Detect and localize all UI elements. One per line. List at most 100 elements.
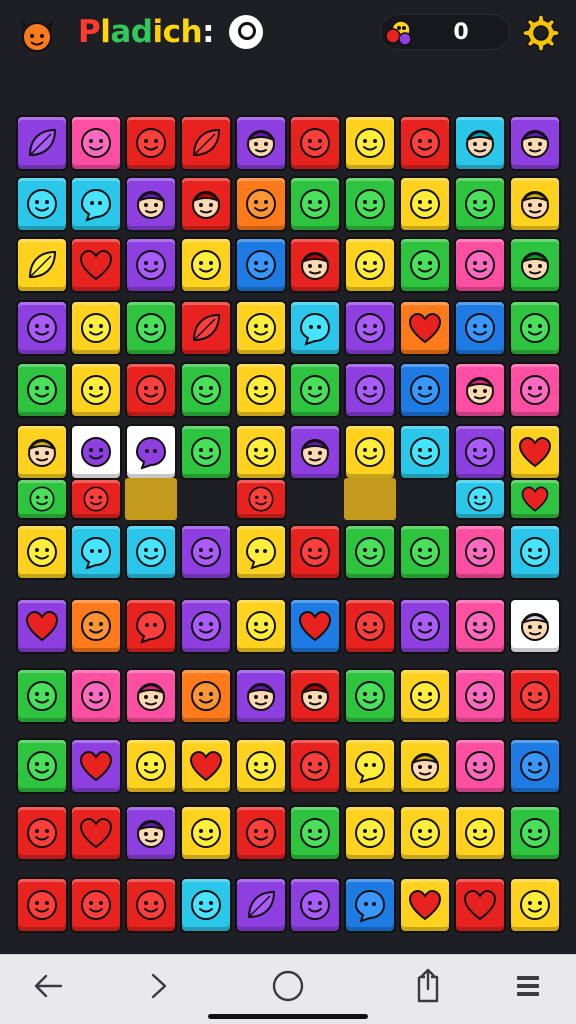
game-tile[interactable] <box>344 176 396 232</box>
game-tile[interactable] <box>344 738 396 794</box>
game-tile[interactable] <box>180 424 232 480</box>
game-tile[interactable] <box>235 738 287 794</box>
game-tile[interactable] <box>399 424 451 480</box>
game-tile[interactable] <box>70 362 122 418</box>
game-tile[interactable] <box>344 668 396 724</box>
game-tile[interactable] <box>180 877 232 933</box>
game-tile[interactable] <box>509 300 561 356</box>
game-tile[interactable] <box>344 524 396 580</box>
game-tile[interactable] <box>180 115 232 171</box>
game-tile[interactable] <box>16 300 68 356</box>
game-tile[interactable] <box>509 362 561 418</box>
game-tile[interactable] <box>344 237 396 293</box>
game-tile[interactable] <box>70 598 122 654</box>
forward-button[interactable] <box>130 963 186 1009</box>
game-tile[interactable] <box>125 805 177 861</box>
game-tile[interactable] <box>344 362 396 418</box>
game-tile[interactable] <box>180 237 232 293</box>
game-tile[interactable] <box>454 524 506 580</box>
game-tile[interactable] <box>454 424 506 480</box>
game-tile[interactable] <box>125 424 177 480</box>
game-tile[interactable] <box>125 237 177 293</box>
game-tile[interactable] <box>235 362 287 418</box>
game-tile[interactable] <box>70 237 122 293</box>
game-tile[interactable] <box>509 176 561 232</box>
menu-button[interactable] <box>500 963 556 1009</box>
game-tile[interactable] <box>70 805 122 861</box>
game-tile[interactable] <box>235 424 287 480</box>
game-tile[interactable] <box>399 598 451 654</box>
home-indicator[interactable] <box>208 1014 368 1019</box>
game-tile[interactable] <box>16 424 68 480</box>
game-tile[interactable] <box>289 877 341 933</box>
game-tile[interactable] <box>70 524 122 580</box>
game-tile[interactable] <box>235 877 287 933</box>
game-tile[interactable] <box>509 424 561 480</box>
game-tile[interactable] <box>509 115 561 171</box>
game-tile[interactable] <box>180 805 232 861</box>
game-tile[interactable] <box>125 598 177 654</box>
game-tile[interactable] <box>454 805 506 861</box>
game-tile[interactable] <box>454 300 506 356</box>
game-tile[interactable] <box>16 478 68 520</box>
game-tile[interactable] <box>16 877 68 933</box>
game-tile[interactable] <box>70 877 122 933</box>
game-tile[interactable] <box>289 362 341 418</box>
game-tile[interactable] <box>70 738 122 794</box>
game-tile[interactable] <box>399 115 451 171</box>
game-tile[interactable] <box>454 738 506 794</box>
game-tile[interactable] <box>509 738 561 794</box>
game-tile[interactable] <box>399 805 451 861</box>
game-tile[interactable] <box>344 805 396 861</box>
game-tile[interactable] <box>16 176 68 232</box>
game-tile[interactable] <box>509 805 561 861</box>
game-tile[interactable] <box>289 598 341 654</box>
game-tile[interactable] <box>235 805 287 861</box>
game-tile[interactable] <box>235 237 287 293</box>
game-tile[interactable] <box>509 668 561 724</box>
game-tile[interactable] <box>289 300 341 356</box>
game-tile[interactable] <box>70 424 122 480</box>
game-tile[interactable] <box>344 300 396 356</box>
game-tile[interactable] <box>235 176 287 232</box>
game-tile[interactable] <box>509 478 561 520</box>
empty-slot[interactable] <box>125 478 177 520</box>
back-button[interactable] <box>20 963 76 1009</box>
game-tile[interactable] <box>70 176 122 232</box>
game-tile[interactable] <box>70 115 122 171</box>
game-tile[interactable] <box>16 598 68 654</box>
game-tile[interactable] <box>509 237 561 293</box>
game-tile[interactable] <box>289 424 341 480</box>
game-tile[interactable] <box>399 524 451 580</box>
game-tile[interactable] <box>454 668 506 724</box>
game-tile[interactable] <box>289 237 341 293</box>
game-tile[interactable] <box>454 362 506 418</box>
game-tile[interactable] <box>235 598 287 654</box>
game-tile[interactable] <box>70 668 122 724</box>
game-tile[interactable] <box>70 300 122 356</box>
home-button[interactable] <box>260 963 316 1009</box>
share-button[interactable] <box>400 963 456 1009</box>
game-tile[interactable] <box>180 738 232 794</box>
game-tile[interactable] <box>399 877 451 933</box>
game-tile[interactable] <box>235 115 287 171</box>
game-tile[interactable] <box>454 478 506 520</box>
game-tile[interactable] <box>289 738 341 794</box>
game-tile[interactable] <box>180 176 232 232</box>
game-tile[interactable] <box>399 738 451 794</box>
game-tile[interactable] <box>125 176 177 232</box>
game-tile[interactable] <box>235 668 287 724</box>
game-tile[interactable] <box>344 115 396 171</box>
game-tile[interactable] <box>509 877 561 933</box>
game-tile[interactable] <box>235 524 287 580</box>
game-tile[interactable] <box>16 668 68 724</box>
game-tile[interactable] <box>125 524 177 580</box>
game-tile[interactable] <box>180 362 232 418</box>
game-tile[interactable] <box>454 598 506 654</box>
game-tile[interactable] <box>399 237 451 293</box>
game-tile[interactable] <box>399 176 451 232</box>
game-tile[interactable] <box>125 877 177 933</box>
game-tile[interactable] <box>399 668 451 724</box>
game-tile[interactable] <box>399 300 451 356</box>
game-tile[interactable] <box>289 524 341 580</box>
